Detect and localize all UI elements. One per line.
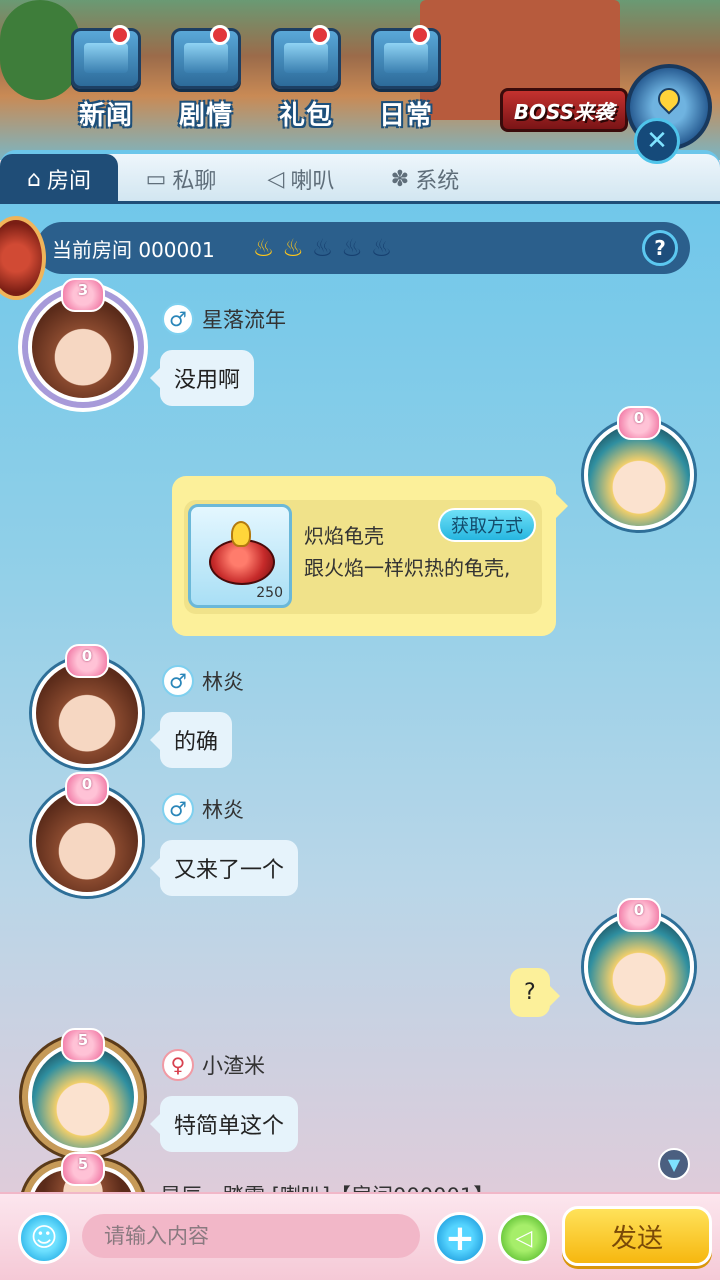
avatar[interactable]: 3 xyxy=(28,278,138,402)
avatar[interactable]: 5 xyxy=(28,1028,138,1152)
tab-private[interactable]: ▭ 私聊 xyxy=(126,154,236,204)
horn-icon: ◁ xyxy=(267,166,285,192)
plus-button[interactable]: + xyxy=(434,1212,486,1264)
sender-name-row: ♂ 星落流年 xyxy=(162,303,286,335)
news-label: 新闻 xyxy=(78,101,133,131)
notification-dot xyxy=(210,25,230,45)
chat-tabs: ⌂ 房间 ▭ 私聊 ◁ 喇叭 ✽ 系统 xyxy=(0,154,720,204)
level-badge: 0 xyxy=(65,772,109,806)
flame-icon: ♨ xyxy=(252,234,275,262)
emoji-button[interactable]: ☺ xyxy=(18,1212,70,1264)
daily-icon xyxy=(371,25,441,89)
scroll-down-icon[interactable]: ▼ xyxy=(658,1148,690,1180)
chat-bubble: 的确 xyxy=(149,712,233,768)
boss-banner[interactable]: BOSS来袭 xyxy=(500,88,628,132)
notification-dot xyxy=(310,25,330,45)
story-button[interactable]: 剧情 xyxy=(160,25,252,132)
tab-room-label: 房间 xyxy=(46,169,91,194)
gift-button[interactable]: 礼包 xyxy=(260,25,352,132)
male-icon: ♂ xyxy=(162,665,194,697)
tab-horn[interactable]: ◁ 喇叭 xyxy=(246,154,356,204)
close-icon[interactable]: ✕ xyxy=(634,118,680,164)
item-icon[interactable]: 250 xyxy=(188,504,292,608)
news-icon xyxy=(71,25,141,89)
level-badge: 0 xyxy=(617,406,661,440)
chat-input[interactable] xyxy=(82,1214,420,1258)
sender-name: 小渣米 xyxy=(202,1054,265,1078)
tab-horn-label: 喇叭 xyxy=(290,169,335,194)
get-method-button[interactable]: 获取方式 xyxy=(438,508,536,542)
tab-system[interactable]: ✽ 系统 xyxy=(370,154,480,204)
notification-dot xyxy=(410,25,430,45)
level-badge: 5 xyxy=(61,1028,105,1062)
item-description: 跟火焰一样炽热的龟壳, xyxy=(304,556,511,580)
gear-icon: ✽ xyxy=(390,166,410,192)
item-share-bubble[interactable]: 250 炽焰龟壳 跟火焰一样炽热的龟壳, 获取方式 xyxy=(172,476,568,636)
sender-name-row: ♂ 林炎 xyxy=(162,665,244,697)
item-card: 250 炽焰龟壳 跟火焰一样炽热的龟壳, 获取方式 xyxy=(184,500,542,614)
daily-label: 日常 xyxy=(378,101,433,131)
room-label: 当前房间 000001 xyxy=(52,237,215,262)
monitor-icon: ▭ xyxy=(145,166,167,192)
chat-bubble: ? xyxy=(510,968,560,1017)
sender-name: 林炎 xyxy=(202,670,244,694)
level-badge: 3 xyxy=(61,278,105,312)
news-button[interactable]: 新闻 xyxy=(60,25,152,132)
send-button[interactable]: 发送 xyxy=(562,1206,712,1266)
gift-icon xyxy=(271,25,341,89)
help-button[interactable]: ? xyxy=(642,230,678,266)
chat-bubble: 没用啊 xyxy=(149,350,255,406)
level-badge: 0 xyxy=(617,898,661,932)
sender-name-row: ♂ 林炎 xyxy=(162,793,244,825)
flame-icon: ♨ xyxy=(370,234,393,262)
tab-system-label: 系统 xyxy=(415,169,460,194)
avatar[interactable]: 0 xyxy=(32,644,142,768)
sender-name: 星落流年 xyxy=(202,308,286,332)
level-badge: 5 xyxy=(61,1152,105,1186)
horn-button[interactable]: ◁ xyxy=(498,1212,550,1264)
flame-icon: ♨ xyxy=(282,234,304,262)
tab-private-label: 私聊 xyxy=(172,169,217,194)
flame-icon: ♨ xyxy=(341,234,363,262)
gift-label: 礼包 xyxy=(278,101,333,131)
room-heat-flames: ♨ ♨ ♨ ♨ ♨ xyxy=(253,236,393,260)
item-name: 炽焰龟壳 xyxy=(304,524,384,548)
flame-icon: ♨ xyxy=(311,234,334,262)
avatar[interactable]: 0 xyxy=(584,406,694,530)
daily-button[interactable]: 日常 xyxy=(360,25,452,132)
tab-room[interactable]: ⌂ 房间 xyxy=(0,154,118,204)
notification-dot xyxy=(110,25,130,45)
chat-bubble: 又来了一个 xyxy=(149,840,299,896)
room-bar: 当前房间 000001 ♨ ♨ ♨ ♨ ♨ ? xyxy=(36,222,690,274)
home-icon: ⌂ xyxy=(27,166,41,192)
map-pin-icon xyxy=(653,83,685,115)
sender-name: 林炎 xyxy=(202,798,244,822)
story-label: 剧情 xyxy=(178,101,233,131)
level-badge: 0 xyxy=(65,644,109,678)
avatar[interactable]: 0 xyxy=(32,772,142,896)
male-icon: ♂ xyxy=(162,303,194,335)
sender-name-row: ♀ 小渣米 xyxy=(162,1049,265,1081)
flame-gem-icon xyxy=(231,521,251,547)
chat-bubble: 特简单这个 xyxy=(149,1096,299,1152)
item-count: 250 xyxy=(256,585,283,601)
female-icon: ♀ xyxy=(162,1049,194,1081)
avatar[interactable]: 0 xyxy=(584,898,694,1022)
story-icon xyxy=(171,25,241,89)
male-icon: ♂ xyxy=(162,793,194,825)
